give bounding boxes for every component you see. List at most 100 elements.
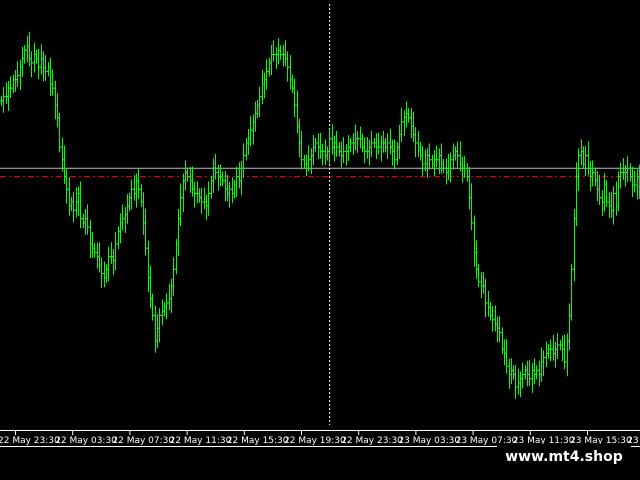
ohlc-bar <box>367 139 372 166</box>
ohlc-bar <box>209 175 214 199</box>
ohlc-bar <box>381 130 386 153</box>
ohlc-bar <box>630 166 635 198</box>
ohlc-bar <box>18 59 23 90</box>
ohlc-bar <box>83 209 88 235</box>
ohlc-bar <box>432 150 437 176</box>
ohlc-bar <box>481 271 486 294</box>
ohlc-bar <box>257 86 262 118</box>
ohlc-bar <box>78 181 83 229</box>
ohlc-bar <box>29 51 34 78</box>
ohlc-bar <box>136 168 141 199</box>
ohlc-bar <box>525 360 530 387</box>
ohlc-bar <box>150 293 155 321</box>
ohlc-bar <box>299 130 304 170</box>
ohlc-bar <box>76 186 81 217</box>
ohlc-bar <box>397 124 402 160</box>
ohlc-bar <box>148 265 153 309</box>
ohlc-bar <box>467 166 472 210</box>
ohlc-bar <box>379 135 384 162</box>
ohlc-bar <box>290 74 295 94</box>
ohlc-bar <box>565 333 570 377</box>
ohlc-bar <box>220 171 225 186</box>
ohlc-bar <box>127 192 132 212</box>
ohlc-bar <box>118 213 123 244</box>
ohlc-bar <box>465 163 470 182</box>
ohlc-bar <box>458 141 463 172</box>
ohlc-bar <box>490 305 495 332</box>
ohlc-bar <box>239 160 244 196</box>
ohlc-bar <box>8 76 13 98</box>
ohlc-bar <box>541 350 546 377</box>
ohlc-bar <box>604 179 609 207</box>
ohlc-bar <box>346 135 351 162</box>
ohlc-bar <box>583 145 588 176</box>
ohlc-bar <box>202 187 207 210</box>
ohlc-bar <box>4 82 9 104</box>
ohlc-bar <box>264 59 269 90</box>
ohlc-bar <box>50 69 55 96</box>
ohlc-bar <box>362 137 367 164</box>
ohlc-bar <box>176 209 181 256</box>
ohlc-bar <box>125 194 130 225</box>
ohlc-bar <box>213 153 218 180</box>
ohlc-bar <box>416 130 421 157</box>
ohlc-bar <box>376 132 381 155</box>
ohlc-bar <box>178 183 183 227</box>
ohlc-bar <box>446 153 451 180</box>
ohlc-bar <box>223 171 228 202</box>
ohlc-bar <box>313 137 318 153</box>
ohlc-bar <box>123 207 128 234</box>
ohlc-bar <box>562 334 567 370</box>
ohlc-bar <box>369 130 374 157</box>
ohlc-bar <box>597 174 602 206</box>
ohlc-bar <box>22 45 27 64</box>
ohlc-bar <box>548 339 553 362</box>
ohlc-bar <box>227 181 232 208</box>
ohlc-bar <box>374 133 379 160</box>
ohlc-bar <box>71 192 76 223</box>
ohlc-bar <box>90 231 95 258</box>
ohlc-bar <box>567 303 572 351</box>
ohlc-bar <box>325 146 330 161</box>
ohlc-bar <box>276 38 281 65</box>
ohlc-bar <box>341 137 346 163</box>
ohlc-bar <box>595 171 600 202</box>
ohlc-bar <box>532 358 537 385</box>
ohlc-bar <box>437 148 442 175</box>
ohlc-bar <box>6 80 11 111</box>
ohlc-bar <box>434 145 439 168</box>
price-chart[interactable]: 22 May 23:30 22 May 03:30 22 May 07:30 22 M… <box>0 0 640 480</box>
ohlc-bar <box>20 46 25 77</box>
ohlc-bar <box>513 364 518 400</box>
ohlc-bar <box>390 139 395 166</box>
ohlc-bar <box>320 143 325 166</box>
ohlc-bar <box>330 124 335 155</box>
chart-svg[interactable]: 22 May 23:3022 May 03:3022 May 07:3022 M… <box>0 0 640 480</box>
ohlc-bar <box>64 169 69 204</box>
x-tick-label: 22 May 07:30 <box>112 436 174 446</box>
ohlc-bar <box>600 190 605 217</box>
x-tick-label: 22 May 23:30 <box>341 436 403 446</box>
x-tick-label: 22 May 03:30 <box>55 436 117 446</box>
ohlc-bar <box>586 141 591 176</box>
ohlc-bar <box>385 133 390 160</box>
ohlc-bar <box>316 133 321 160</box>
ohlc-bar <box>388 128 393 155</box>
ohlc-bar <box>192 181 197 208</box>
ohlc-bar <box>306 145 311 172</box>
ohlc-bar <box>409 107 414 139</box>
ohlc-bar <box>25 36 30 63</box>
ohlc-bar <box>283 40 288 67</box>
ohlc-bar <box>607 192 612 219</box>
ohlc-bar <box>635 169 640 200</box>
ohlc-bar <box>109 242 114 264</box>
ohlc-bar <box>395 142 400 165</box>
ohlc-bar <box>427 143 432 170</box>
ohlc-bar <box>199 187 204 214</box>
ohlc-bar <box>625 156 630 183</box>
ohlc-bar <box>188 166 193 193</box>
ohlc-bar <box>211 158 216 193</box>
ohlc-bar <box>444 158 449 185</box>
ohlc-bar <box>351 133 356 155</box>
ohlc-bar <box>157 308 162 343</box>
